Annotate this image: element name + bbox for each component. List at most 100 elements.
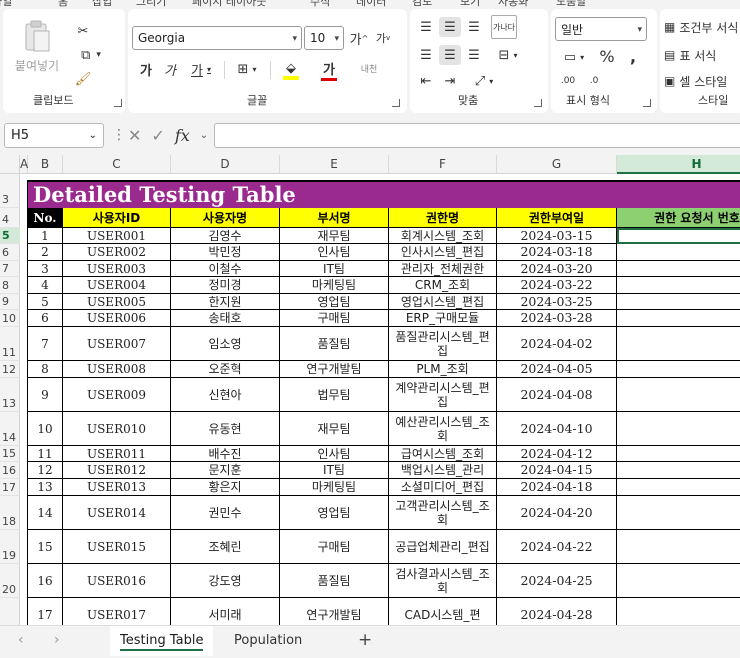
increase-indent-icon[interactable]: ⇥: [439, 71, 461, 91]
table-cell[interactable]: 2024-04-28: [497, 598, 617, 625]
table-cell[interactable]: [617, 261, 740, 277]
table-cell[interactable]: USER013: [63, 479, 171, 496]
menu-tab[interactable]: 자동화: [498, 0, 528, 9]
wrap-text-icon[interactable]: 가나다: [491, 15, 517, 39]
row-header[interactable]: 17: [0, 479, 20, 496]
table-cell[interactable]: 영업팀: [280, 294, 389, 310]
table-cell[interactable]: IT팀: [280, 462, 389, 479]
column-header[interactable]: G: [497, 155, 617, 174]
table-cell[interactable]: USER016: [63, 564, 171, 598]
table-cell[interactable]: 유동현: [171, 412, 280, 446]
row-header[interactable]: 10: [0, 310, 20, 327]
table-cell[interactable]: 2024-04-08: [497, 378, 617, 412]
fill-color-icon[interactable]: ⬙: [274, 59, 308, 81]
table-cell[interactable]: 13: [28, 479, 63, 496]
table-cell[interactable]: 검사결과시스템_조회: [389, 564, 497, 598]
table-cell[interactable]: 품질관리시스템_편집: [389, 327, 497, 361]
table-cell[interactable]: 2024-03-25: [497, 294, 617, 310]
align-middle-icon[interactable]: ☰: [439, 17, 461, 37]
table-cell[interactable]: 2024-03-20: [497, 261, 617, 277]
table-cell[interactable]: 인사시스템_편집: [389, 244, 497, 261]
table-cell[interactable]: USER014: [63, 496, 171, 530]
row-header[interactable]: 12: [0, 361, 20, 378]
table-cell[interactable]: 연구개발팀: [280, 598, 389, 625]
row-header[interactable]: 13: [0, 378, 20, 412]
menu-tab[interactable]: 수식: [310, 0, 330, 9]
row-header[interactable]: 4: [0, 208, 20, 228]
paste-button[interactable]: 붙여넣기: [9, 15, 65, 77]
table-cell[interactable]: CAD시스템_편: [389, 598, 497, 625]
table-cell[interactable]: 영업팀: [280, 496, 389, 530]
table-cell[interactable]: 2024-04-12: [497, 446, 617, 462]
table-cell[interactable]: 오준혁: [171, 361, 280, 378]
table-cell[interactable]: PLM_조회: [389, 361, 497, 378]
table-cell[interactable]: 구매팀: [280, 310, 389, 327]
table-cell[interactable]: 9: [28, 378, 63, 412]
row-header[interactable]: 8: [0, 277, 20, 294]
table-cell[interactable]: [617, 361, 740, 378]
border-icon[interactable]: ⊞ ▾: [230, 59, 264, 79]
table-cell[interactable]: USER017: [63, 598, 171, 625]
table-cell[interactable]: USER006: [63, 310, 171, 327]
table-cell[interactable]: USER010: [63, 412, 171, 446]
font-color-icon[interactable]: 가: [312, 59, 346, 81]
column-header[interactable]: B: [28, 155, 63, 174]
row-header[interactable]: 19: [0, 530, 20, 564]
cell-styles-button[interactable]: ▣ 셀 스타일: [664, 71, 740, 91]
table-cell[interactable]: USER011: [63, 446, 171, 462]
table-cell[interactable]: 관리자_전체권한: [389, 261, 497, 277]
number-launcher-icon[interactable]: [643, 99, 651, 107]
table-cell[interactable]: USER008: [63, 361, 171, 378]
table-cell[interactable]: 연구개발팀: [280, 361, 389, 378]
table-cell[interactable]: 백업시스템_관리: [389, 462, 497, 479]
clipboard-launcher-icon[interactable]: [114, 99, 122, 107]
table-cell[interactable]: 인사팀: [280, 446, 389, 462]
table-cell[interactable]: IT팀: [280, 261, 389, 277]
table-cell[interactable]: 김영수: [171, 228, 280, 244]
table-cell[interactable]: 2024-04-20: [497, 496, 617, 530]
table-cell[interactable]: ERP_구매모듈: [389, 310, 497, 327]
row-header[interactable]: 6: [0, 244, 20, 261]
number-format-select[interactable]: 일반 ▾: [555, 17, 647, 41]
table-cell[interactable]: USER009: [63, 378, 171, 412]
increase-font-icon[interactable]: 가 ^: [348, 27, 370, 49]
comma-icon[interactable]: ,: [625, 45, 641, 67]
table-cell[interactable]: 한지원: [171, 294, 280, 310]
table-cell[interactable]: 2024-03-28: [497, 310, 617, 327]
table-cell[interactable]: [617, 530, 740, 564]
table-cell[interactable]: 6: [28, 310, 63, 327]
align-bottom-icon[interactable]: ☰: [463, 17, 485, 37]
row-header[interactable]: 5: [0, 228, 20, 244]
table-cell[interactable]: 2024-04-15: [497, 462, 617, 479]
menu-tab[interactable]: 삽입: [92, 0, 112, 9]
table-cell[interactable]: 계약관리시스템_편집: [389, 378, 497, 412]
table-cell[interactable]: [617, 294, 740, 310]
table-cell[interactable]: USER002: [63, 244, 171, 261]
menu-tab[interactable]: 데이터: [356, 0, 386, 9]
percent-icon[interactable]: %: [597, 45, 617, 67]
font-name-select[interactable]: Georgia ▾: [132, 26, 302, 50]
table-cell[interactable]: 12: [28, 462, 63, 479]
align-center-icon[interactable]: ☰: [439, 45, 461, 65]
menu-tab[interactable]: 도움말: [556, 0, 586, 9]
row-header[interactable]: 15: [0, 446, 20, 462]
table-cell[interactable]: 5: [28, 294, 63, 310]
table-cell[interactable]: USER005: [63, 294, 171, 310]
table-cell[interactable]: 구매팀: [280, 530, 389, 564]
column-header[interactable]: C: [63, 155, 171, 174]
table-cell[interactable]: 재무팀: [280, 228, 389, 244]
decrease-font-icon[interactable]: 가v: [372, 27, 394, 49]
column-header[interactable]: H: [617, 155, 740, 174]
table-cell[interactable]: USER003: [63, 261, 171, 277]
row-header[interactable]: 7: [0, 261, 20, 277]
table-cell[interactable]: 14: [28, 496, 63, 530]
row-header[interactable]: 18: [0, 496, 20, 530]
table-cell[interactable]: 재무팀: [280, 412, 389, 446]
table-cell[interactable]: 급여시스템_조회: [389, 446, 497, 462]
table-cell[interactable]: [617, 310, 740, 327]
table-cell[interactable]: 2024-04-10: [497, 412, 617, 446]
table-cell[interactable]: USER004: [63, 277, 171, 294]
prev-sheet-icon[interactable]: ‹: [18, 632, 24, 648]
table-cell[interactable]: 마케팅팀: [280, 479, 389, 496]
table-cell[interactable]: 회계시스템_조회: [389, 228, 497, 244]
